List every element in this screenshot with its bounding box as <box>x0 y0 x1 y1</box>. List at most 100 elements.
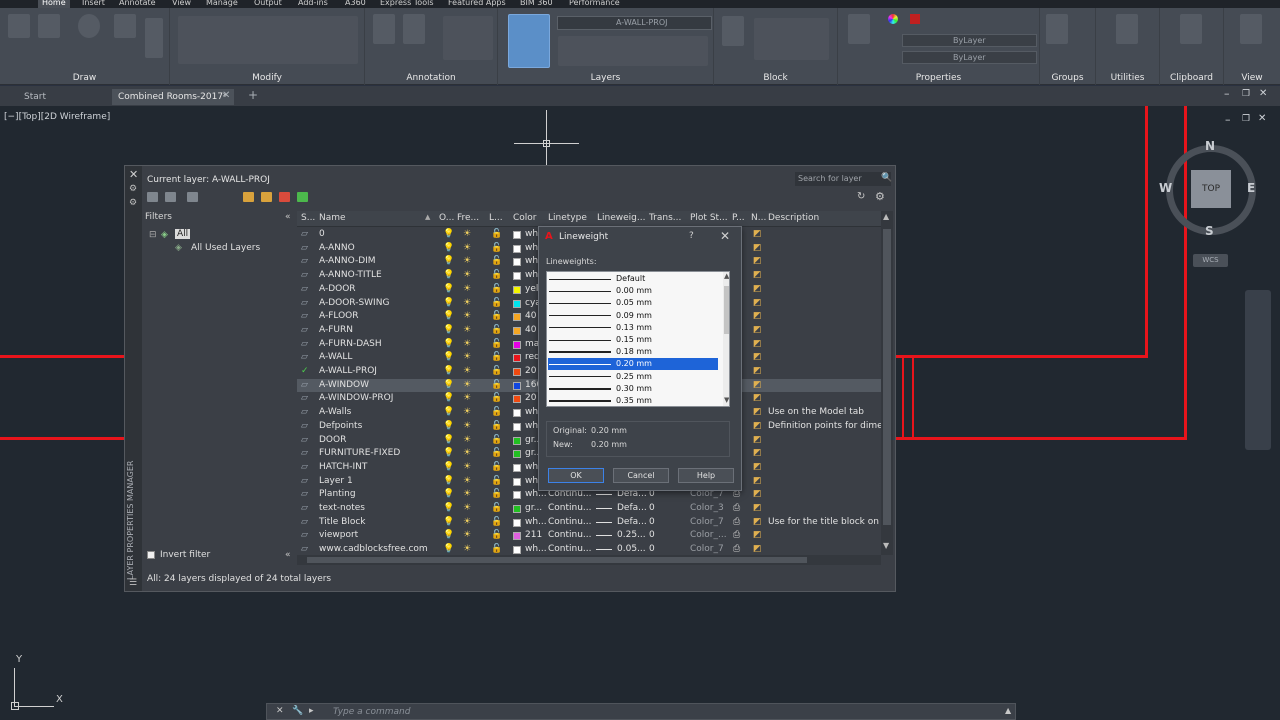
lightbulb-icon[interactable]: 💡 <box>443 256 454 266</box>
layer-color[interactable]: 20 <box>525 366 536 376</box>
panel-title-block[interactable]: Block <box>714 73 837 83</box>
panel-title-groups[interactable]: Groups <box>1040 73 1095 83</box>
sun-icon[interactable]: ☀ <box>463 462 471 472</box>
command-history-icon[interactable]: ▲ <box>1005 706 1011 715</box>
filter-all-used-layers[interactable]: All Used Layers <box>191 243 260 253</box>
layer-tools-icon[interactable] <box>558 36 708 66</box>
layer-status-icon[interactable]: ▱ <box>301 352 308 362</box>
close-icon[interactable]: ✕ <box>276 706 284 716</box>
layer-status-icon[interactable]: ▱ <box>301 311 308 321</box>
layer-description[interactable]: Use for the title block on th <box>768 517 881 527</box>
layer-linetype[interactable]: Continu... <box>548 544 592 554</box>
ribbon-tab-annotate[interactable]: Annotate <box>119 0 156 8</box>
layer-status-icon[interactable]: ▱ <box>301 448 308 458</box>
layer-name[interactable]: Defpoints <box>319 421 362 431</box>
layer-search-input[interactable]: Search for layer <box>795 172 891 186</box>
close-icon[interactable]: ✕ <box>1259 88 1267 99</box>
compass-north[interactable]: N <box>1205 139 1215 153</box>
vp-freeze-icon[interactable]: ◩ <box>753 256 762 266</box>
vp-freeze-icon[interactable]: ◩ <box>753 243 762 253</box>
lightbulb-icon[interactable]: 💡 <box>443 339 454 349</box>
unlock-icon[interactable]: 🔓 <box>491 243 502 253</box>
lightbulb-icon[interactable]: 💡 <box>443 298 454 308</box>
layer-color[interactable]: wh... <box>525 544 547 554</box>
layer-name[interactable]: DOOR <box>319 435 346 445</box>
close-tab-icon[interactable]: ✕ <box>222 90 230 101</box>
annotation-small-icons[interactable] <box>443 16 493 60</box>
layer-name[interactable]: viewport <box>319 530 358 540</box>
layer-lineweight[interactable]: 0.25... <box>617 530 646 540</box>
ribbon-tab-addins[interactable]: Add-ins <box>298 0 328 8</box>
lightbulb-icon[interactable]: 💡 <box>443 530 454 540</box>
layer-status-icon[interactable]: ▱ <box>301 393 308 403</box>
ok-button[interactable]: OK <box>548 468 604 483</box>
layer-status-icon[interactable]: ▱ <box>301 421 308 431</box>
column-linetype[interactable]: Linetype <box>548 213 587 223</box>
vp-freeze-icon[interactable]: ◩ <box>753 503 762 513</box>
lightbulb-icon[interactable]: 💡 <box>443 462 454 472</box>
vp-freeze-icon[interactable]: ◩ <box>753 298 762 308</box>
collapse-filters-icon[interactable]: « <box>285 550 291 560</box>
ribbon-tab-performance[interactable]: Performance <box>569 0 620 8</box>
customize-icon[interactable]: 🔧 <box>292 706 303 716</box>
unlock-icon[interactable]: 🔓 <box>491 435 502 445</box>
layer-properties-icon[interactable] <box>508 14 550 68</box>
block-tools-icon[interactable] <box>754 18 829 60</box>
lightbulb-icon[interactable]: 💡 <box>443 284 454 294</box>
lpm-settings-icon[interactable]: ⚙ <box>129 184 137 194</box>
vscroll-thumb[interactable] <box>883 229 891 525</box>
file-tab-combined-rooms[interactable]: Combined Rooms-2017* <box>112 89 234 105</box>
column-plot-style[interactable]: Plot St... <box>690 213 728 223</box>
match-properties-icon[interactable] <box>848 14 870 44</box>
printer-icon[interactable]: ⎙ <box>733 530 740 540</box>
sun-icon[interactable]: ☀ <box>463 544 471 554</box>
delete-layer-icon[interactable] <box>279 192 290 202</box>
viewport-close-icon[interactable]: ✕ <box>1258 113 1266 124</box>
lightbulb-icon[interactable]: 💡 <box>443 380 454 390</box>
color-swatch[interactable] <box>513 258 521 267</box>
ribbon-tab-bim360[interactable]: BIM 360 <box>520 0 553 8</box>
sun-icon[interactable]: ☀ <box>463 366 471 376</box>
unlock-icon[interactable]: 🔓 <box>491 284 502 294</box>
unlock-icon[interactable]: 🔓 <box>491 380 502 390</box>
layer-status-icon[interactable]: ▱ <box>301 298 308 308</box>
sun-icon[interactable]: ☀ <box>463 421 471 431</box>
wcs-menu[interactable]: WCS <box>1193 254 1228 267</box>
lpm-properties-icon[interactable]: ☰ <box>129 578 137 588</box>
unlock-icon[interactable]: 🔓 <box>491 298 502 308</box>
layer-plot-style[interactable]: Color_7 <box>690 517 724 527</box>
lineweight-option[interactable]: Default <box>548 273 718 285</box>
lineweight-option[interactable]: 0.20 mm <box>548 358 718 371</box>
unlock-icon[interactable]: 🔓 <box>491 544 502 554</box>
unlock-icon[interactable]: 🔓 <box>491 530 502 540</box>
layer-status-icon[interactable]: ▱ <box>301 325 308 335</box>
color-swatch[interactable] <box>513 244 521 253</box>
color-swatch[interactable] <box>513 463 521 472</box>
lineweight-option[interactable]: 0.09 mm <box>548 310 718 322</box>
layer-name[interactable]: 0 <box>319 229 325 239</box>
layer-lineweight[interactable]: Defa... <box>617 503 647 513</box>
color-swatch[interactable] <box>513 409 521 418</box>
printer-icon[interactable]: ⎙ <box>733 503 740 513</box>
layer-name[interactable]: A-WALL-PROJ <box>319 366 377 376</box>
vp-freeze-icon[interactable]: ◩ <box>753 435 762 445</box>
unlock-icon[interactable]: 🔓 <box>491 421 502 431</box>
column-plot[interactable]: P... <box>732 213 745 223</box>
file-tab-start[interactable]: Start <box>18 89 52 105</box>
layer-transparency[interactable]: 0 <box>649 503 655 513</box>
layer-status-icon[interactable]: ▱ <box>301 407 308 417</box>
vp-freeze-icon[interactable]: ◩ <box>753 530 762 540</box>
sun-icon[interactable]: ☀ <box>463 243 471 253</box>
vp-freeze-icon[interactable]: ◩ <box>753 311 762 321</box>
unlock-icon[interactable]: 🔓 <box>491 352 502 362</box>
measure-icon[interactable] <box>1116 14 1138 44</box>
lineweight-dropdown[interactable]: ByLayer <box>902 34 1037 47</box>
color-swatch[interactable] <box>513 546 521 555</box>
polyline-tool-icon[interactable] <box>38 14 60 38</box>
lineweight-option[interactable]: 0.15 mm <box>548 334 718 346</box>
lightbulb-icon[interactable]: 💡 <box>443 435 454 445</box>
help-button[interactable]: Help <box>678 468 734 483</box>
vp-freeze-icon[interactable]: ◩ <box>753 489 762 499</box>
column-on[interactable]: O... <box>439 213 454 223</box>
sun-icon[interactable]: ☀ <box>463 407 471 417</box>
